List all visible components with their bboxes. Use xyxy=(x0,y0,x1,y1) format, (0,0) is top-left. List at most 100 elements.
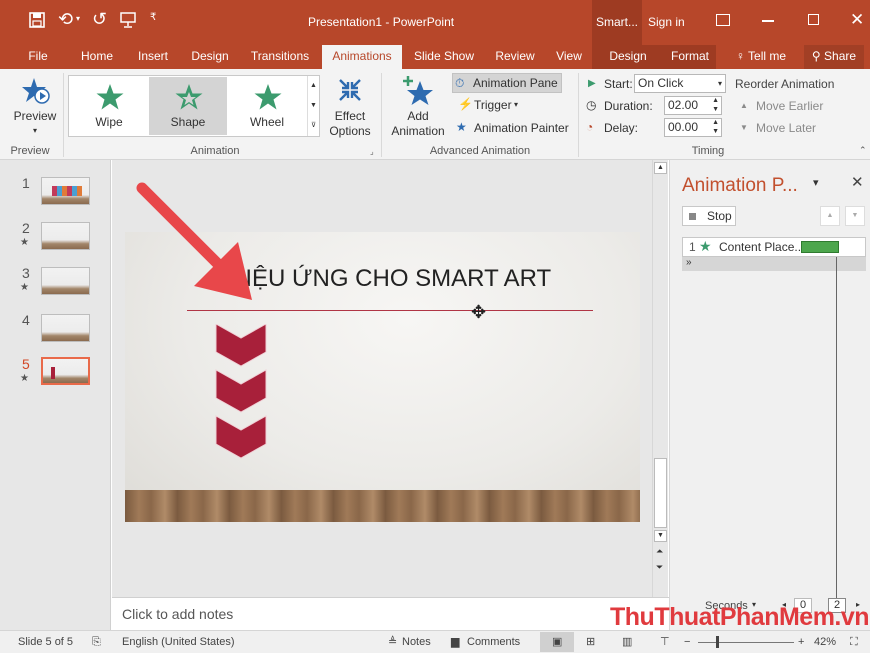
animation-list-item[interactable]: 1 ★ Content Place... xyxy=(682,237,866,257)
trigger-button[interactable]: ⚡ Trigger ▾ xyxy=(456,96,536,114)
duration-spinner[interactable]: ▲ ▼ xyxy=(712,96,719,114)
move-up-icon[interactable]: ▲ xyxy=(820,206,840,226)
slide-thumbnail-5[interactable] xyxy=(41,357,90,385)
move-earlier-button[interactable]: ▲ Move Earlier xyxy=(738,97,828,115)
pane-options-icon[interactable]: ▾ xyxy=(813,176,819,189)
tab-transitions[interactable]: Transitions xyxy=(244,45,316,69)
slide-thumbnail-3[interactable] xyxy=(41,267,90,295)
animation-wheel[interactable]: Wheel xyxy=(228,77,306,135)
maximize-icon[interactable] xyxy=(808,14,819,25)
effect-label-1: Effect xyxy=(334,109,366,123)
zoom-slider-track[interactable] xyxy=(698,642,794,643)
animation-painter-button[interactable]: ★ Animation Painter xyxy=(456,119,574,137)
tab-smartart-design[interactable]: Design xyxy=(592,45,664,69)
delay-input[interactable]: 00.00 ▲ ▼ xyxy=(664,118,722,137)
slide-thumbnail-4[interactable] xyxy=(41,314,90,342)
sign-in-link[interactable]: Sign in xyxy=(648,15,685,29)
move-earlier-label: Move Earlier xyxy=(756,99,824,113)
tab-insert[interactable]: Insert xyxy=(129,45,177,69)
window-title: Presentation1 - PowerPoint xyxy=(308,15,455,29)
animation-pane-button[interactable]: ⏱ Animation Pane xyxy=(452,73,562,93)
add-animation-label-2: Animation xyxy=(391,124,445,138)
trigger-label: Trigger xyxy=(474,98,512,112)
tell-me-box[interactable]: ♀ Tell me xyxy=(726,45,796,69)
undo-icon[interactable]: ⟲ xyxy=(58,9,73,30)
item-label: Content Place... xyxy=(719,240,805,254)
gallery-more[interactable]: ⊽ xyxy=(307,116,319,136)
effect-options-button[interactable]: Effect Options xyxy=(324,75,376,141)
slide-canvas[interactable]: HIỆU ỨNG CHO SMART ART ✥ xyxy=(112,160,652,597)
pane-close-icon[interactable]: ✕ xyxy=(851,173,864,191)
move-later-button[interactable]: ▼ Move Later xyxy=(738,119,828,137)
animation-pane-icon: ⏱ xyxy=(455,76,465,90)
scroll-thumb[interactable] xyxy=(654,458,667,528)
scroll-up-icon[interactable]: ▲ xyxy=(654,162,667,174)
tab-view[interactable]: View xyxy=(549,45,589,69)
wheel-star-icon xyxy=(254,84,282,110)
pane-title: Animation P... xyxy=(682,175,798,196)
spelling-icon[interactable]: ⎘ xyxy=(92,635,101,649)
reading-view-icon[interactable]: ▥ xyxy=(622,635,632,649)
language-label[interactable]: English (United States) xyxy=(122,635,235,649)
previous-slide-icon[interactable]: ⏶ xyxy=(656,546,663,557)
close-icon[interactable]: ✕ xyxy=(850,10,864,30)
share-button[interactable]: ⚲ Share xyxy=(804,45,864,69)
minimize-icon[interactable] xyxy=(762,20,774,22)
save-icon[interactable] xyxy=(29,12,45,28)
collapse-ribbon-icon[interactable]: ⌃ xyxy=(859,145,867,156)
start-select[interactable]: On Click ▾ xyxy=(634,74,726,93)
add-animation-button[interactable]: Add Animation xyxy=(386,75,450,141)
slide-count: Slide 5 of 5 xyxy=(18,636,74,648)
animation-painter-label: Animation Painter xyxy=(474,121,569,135)
scroll-down-icon[interactable]: ▼ xyxy=(654,530,667,542)
animation-shape[interactable]: Shape xyxy=(149,77,227,135)
preview-button[interactable]: Preview ▾ xyxy=(10,75,60,137)
tab-review[interactable]: Review xyxy=(489,45,541,69)
start-label: Start: xyxy=(604,77,633,91)
tab-format[interactable]: Format xyxy=(664,45,716,69)
wipe-star-icon xyxy=(96,84,124,110)
next-slide-icon[interactable]: ⏷ xyxy=(656,562,663,573)
notes-toggle[interactable]: Notes xyxy=(402,635,431,649)
tab-file[interactable]: File xyxy=(18,45,58,69)
smartart-chevrons[interactable] xyxy=(213,324,269,474)
slide-thumbnail-1[interactable] xyxy=(41,177,90,205)
move-later-label: Move Later xyxy=(756,121,817,135)
expand-row[interactable]: » xyxy=(682,257,866,271)
redo-icon[interactable]: ↺ xyxy=(92,9,107,30)
start-from-beginning-icon[interactable] xyxy=(119,12,137,28)
tab-home[interactable]: Home xyxy=(73,45,121,69)
undo-dropdown-icon[interactable]: ▾ xyxy=(76,14,80,23)
slide-number: 4 xyxy=(22,312,30,328)
move-down-icon[interactable]: ▼ xyxy=(845,206,865,226)
duration-input[interactable]: 02.00 ▲ ▼ xyxy=(664,96,722,115)
slide-number: 5 xyxy=(22,356,30,372)
zoom-in-icon[interactable]: + xyxy=(798,635,804,649)
timeline-bar[interactable] xyxy=(801,241,839,253)
slide-show-icon[interactable]: ⊤ xyxy=(660,635,670,649)
gallery-scroll-up[interactable]: ▲ xyxy=(307,76,319,96)
duration-value: 02.00 xyxy=(668,98,699,112)
animation-dialog-launcher[interactable]: ⌟ xyxy=(370,147,374,156)
slide-title[interactable]: HIỆU ỨNG CHO SMART ART xyxy=(228,265,551,293)
slide-sorter-icon[interactable]: ⊞ xyxy=(586,635,595,649)
customize-qat-icon[interactable]: ₹ xyxy=(150,12,156,23)
comments-toggle[interactable]: Comments xyxy=(467,635,520,649)
notes-placeholder[interactable]: Click to add notes xyxy=(122,606,233,622)
zoom-level[interactable]: 42% xyxy=(814,635,836,649)
stop-button[interactable]: Stop xyxy=(682,206,736,226)
ribbon-display-options-icon[interactable] xyxy=(716,14,730,26)
fit-to-window-icon[interactable]: ⛶ xyxy=(850,635,858,649)
tab-design[interactable]: Design xyxy=(185,45,235,69)
animation-wipe[interactable]: Wipe xyxy=(70,77,148,135)
notes-pane[interactable]: Click to add notes xyxy=(112,597,669,630)
slide-thumbnail-2[interactable] xyxy=(41,222,90,250)
tab-slide-show[interactable]: Slide Show xyxy=(408,45,480,69)
vertical-scrollbar[interactable]: ▲ ▼ ⏶ ⏷ xyxy=(652,160,668,597)
zoom-slider-thumb[interactable] xyxy=(716,636,719,648)
divider xyxy=(578,73,579,157)
zoom-out-icon[interactable]: − xyxy=(684,635,690,649)
tab-animations[interactable]: Animations xyxy=(322,45,402,69)
gallery-scroll-down[interactable]: ▼ xyxy=(307,96,319,116)
delay-spinner[interactable]: ▲ ▼ xyxy=(712,118,719,136)
